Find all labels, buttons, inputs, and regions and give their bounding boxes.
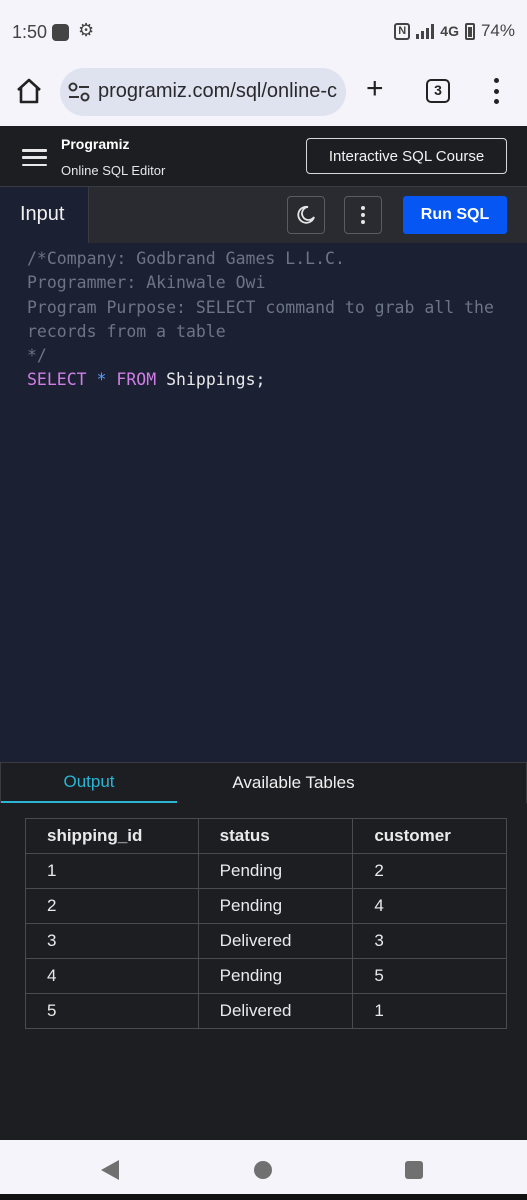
table-cell: Delivered [197, 923, 354, 959]
site-header: Programiz Online SQL Editor Interactive … [0, 126, 527, 186]
table-cell: Pending [197, 888, 354, 924]
table-cell: Pending [197, 853, 354, 889]
interactive-course-button[interactable]: Interactive SQL Course [306, 138, 507, 174]
system-nav-bar [0, 1140, 527, 1200]
code-line: */ [27, 346, 47, 366]
table-cell: 5 [25, 993, 199, 1029]
dark-mode-button[interactable] [287, 196, 325, 234]
tabs-icon[interactable]: 3 [426, 79, 450, 103]
network-type: 4G [440, 23, 459, 39]
code-line: records from a table [27, 321, 226, 341]
site-subtitle: Online SQL Editor [61, 163, 166, 178]
site-logo[interactable]: Programiz [61, 136, 129, 152]
table-row: 4 Pending 5 [25, 958, 507, 994]
hamburger-menu-icon[interactable] [22, 149, 47, 166]
table-cell: 2 [25, 888, 199, 924]
code-line: /*Company: Godbrand Games L.L.C. [27, 249, 345, 268]
nfc-icon: N [394, 22, 411, 40]
settings-gear-icon: ⚙ [78, 20, 95, 40]
table-cell: 3 [352, 923, 507, 959]
sql-table-name: Shippings; [166, 370, 266, 390]
back-icon[interactable] [101, 1160, 119, 1180]
table-row: 1 Pending 2 [25, 853, 507, 889]
table-cell: 3 [25, 923, 199, 959]
sql-keyword: SELECT [27, 370, 87, 390]
table-row: 2 Pending 4 [25, 888, 507, 924]
output-tabs: Output Available Tables [0, 762, 527, 803]
sql-star: * [96, 370, 107, 390]
table-cell: 4 [25, 958, 199, 994]
code-editor[interactable]: /*Company: Godbrand Games L.L.C. Program… [0, 243, 527, 762]
column-header: status [197, 818, 354, 854]
status-right-group: N 4G 74% [394, 21, 515, 41]
battery-level: 74% [480, 21, 515, 40]
table-row: 5 Delivered 1 [25, 993, 507, 1029]
run-sql-button[interactable]: Run SQL [403, 196, 507, 234]
tab-output[interactable]: Output [1, 763, 177, 803]
sql-keyword: FROM [116, 370, 157, 390]
code-line: Program Purpose: SELECT command to grab … [27, 297, 494, 317]
recents-icon[interactable] [405, 1161, 423, 1179]
battery-icon [464, 22, 475, 40]
status-time: 1:50 [12, 22, 48, 42]
table-row: 3 Delivered 3 [25, 923, 507, 959]
output-panel: shipping_id status customer 1 Pending 2 … [0, 803, 527, 1140]
code-line-query: SELECT * FROM Shippings; [27, 368, 527, 392]
browser-toolbar: programiz.com/sql/online-c + 3 [0, 64, 527, 126]
tab-available-tables[interactable]: Available Tables [177, 763, 410, 803]
table-cell: Delivered [197, 993, 354, 1029]
address-bar[interactable]: programiz.com/sql/online-c [60, 68, 346, 116]
url-text: programiz.com/sql/online-c [98, 80, 337, 102]
nav-bottom-edge [0, 1194, 527, 1200]
home-icon[interactable] [14, 76, 44, 106]
dark-mode-moon-icon [297, 205, 315, 224]
status-bar: 1:50 ⚙ N 4G 74% [0, 0, 527, 64]
result-table: shipping_id status customer 1 Pending 2 … [25, 818, 507, 1029]
new-tab-plus-icon[interactable]: + [366, 72, 384, 106]
home-circle-icon[interactable] [254, 1161, 272, 1179]
editor-toolbar: Input Run SQL [0, 186, 527, 244]
table-cell: 2 [352, 853, 507, 889]
table-cell: Pending [197, 958, 354, 994]
table-cell: 4 [352, 888, 507, 924]
code-line: Programmer: Akinwale Owi [27, 273, 266, 293]
column-header: customer [352, 818, 507, 854]
tab-input[interactable]: Input [0, 187, 89, 244]
column-header: shipping_id [25, 818, 199, 854]
app-notification-icon [52, 24, 69, 41]
kebab-menu-icon[interactable] [344, 196, 382, 234]
more-menu-icon[interactable] [493, 78, 499, 104]
table-header-row: shipping_id status customer [25, 818, 507, 854]
signal-icon [416, 23, 435, 39]
table-cell: 5 [352, 958, 507, 994]
table-cell: 1 [352, 993, 507, 1029]
table-cell: 1 [25, 853, 199, 889]
site-settings-icon[interactable] [68, 82, 90, 102]
